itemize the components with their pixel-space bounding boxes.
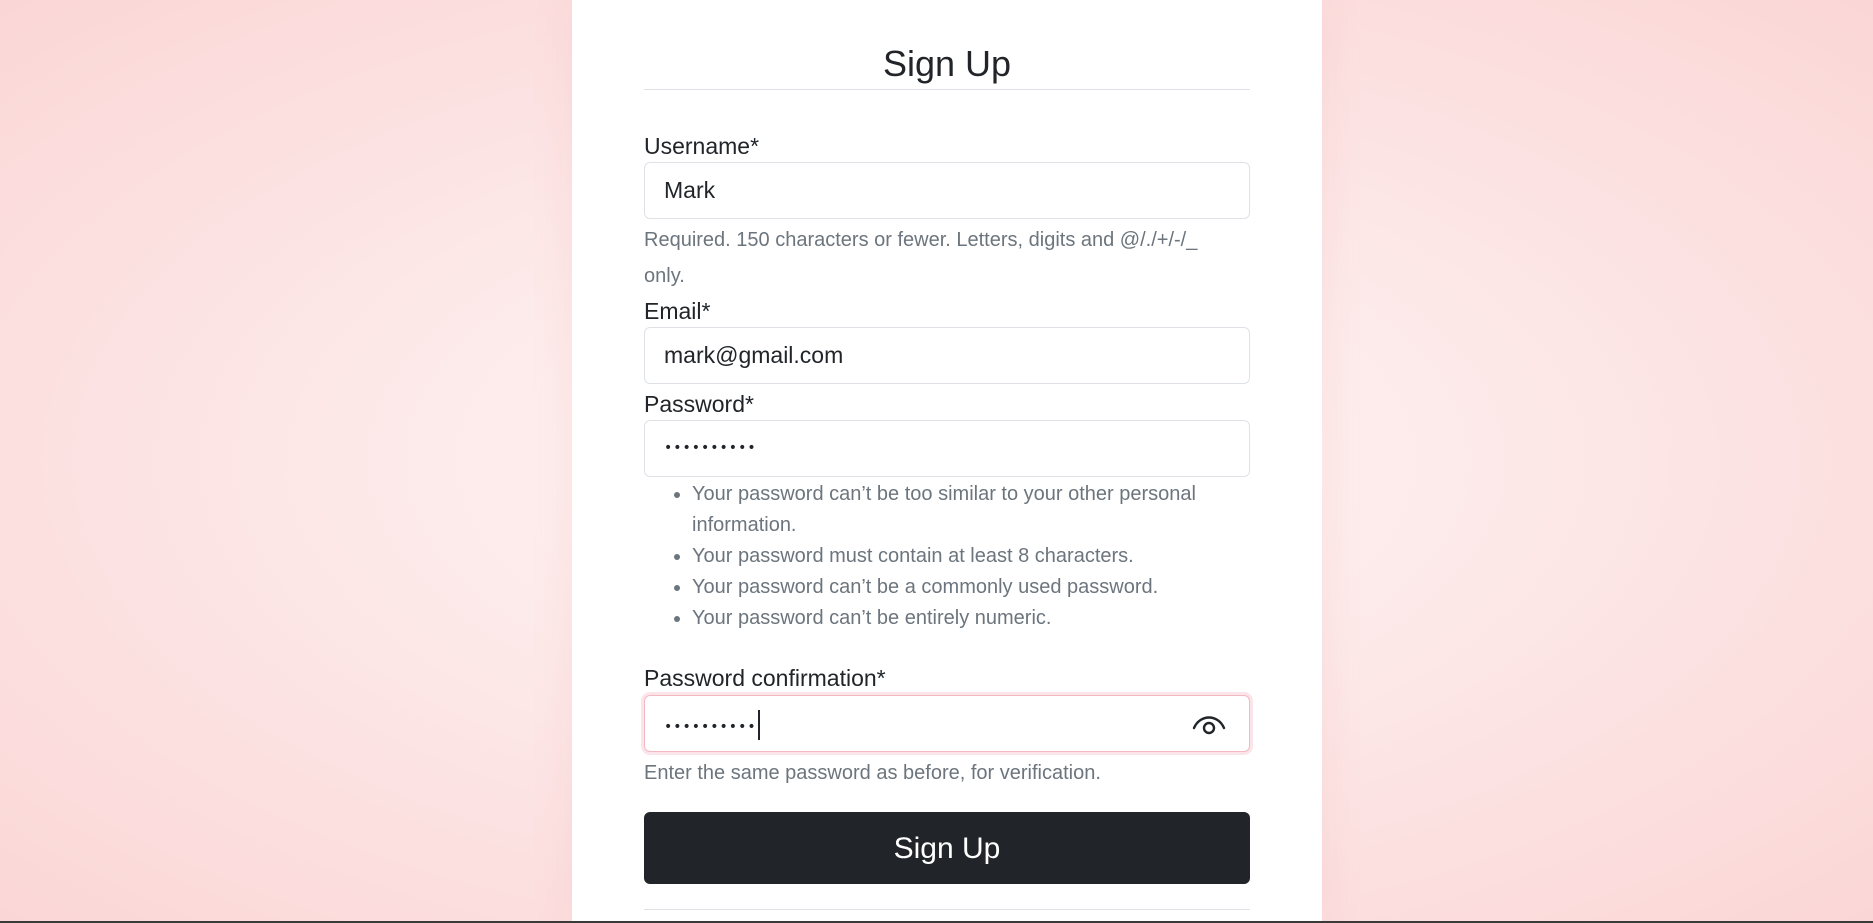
eye-icon[interactable] xyxy=(1191,710,1227,738)
username-help: Required. 150 characters or fewer. Lette… xyxy=(644,222,1250,294)
text-caret xyxy=(757,709,760,740)
page-title: Sign Up xyxy=(882,43,1012,84)
password-confirmation-value-wrap: •••••••••• xyxy=(664,696,760,755)
password-confirmation-label: Password confirmation* xyxy=(644,665,886,691)
password-rule: Your password can’t be too similar to yo… xyxy=(692,479,1250,541)
sign-up-button[interactable]: Sign Up xyxy=(644,812,1250,884)
email-label: Email* xyxy=(644,298,711,324)
password-value: •••••••••• xyxy=(664,440,757,456)
username-help-line1: Required. 150 characters or fewer. Lette… xyxy=(644,229,1198,251)
password-label: Password* xyxy=(644,391,754,417)
password-confirmation-help: Enter the same password as before, for v… xyxy=(644,762,1101,784)
password-confirmation-value: •••••••••• xyxy=(664,719,757,735)
bottom-divider xyxy=(644,909,1250,910)
signup-card: Sign Up Username* Mark Required. 150 cha… xyxy=(572,0,1322,923)
password-field[interactable]: •••••••••• xyxy=(644,420,1250,477)
title-divider xyxy=(644,89,1250,90)
username-field[interactable]: Mark xyxy=(644,162,1250,219)
password-rule: Your password must contain at least 8 ch… xyxy=(692,541,1250,572)
username-help-line2: only. xyxy=(644,265,685,287)
password-rule: Your password can’t be entirely numeric. xyxy=(692,603,1250,634)
password-confirmation-field[interactable]: •••••••••• xyxy=(644,695,1250,752)
email-value: mark@gmail.com xyxy=(664,342,844,368)
password-rules-list: Your password can’t be too similar to yo… xyxy=(644,479,1250,634)
username-value: Mark xyxy=(664,177,716,203)
username-label: Username* xyxy=(644,133,760,159)
email-field[interactable]: mark@gmail.com xyxy=(644,327,1250,384)
password-rule: Your password can’t be a commonly used p… xyxy=(692,572,1250,603)
